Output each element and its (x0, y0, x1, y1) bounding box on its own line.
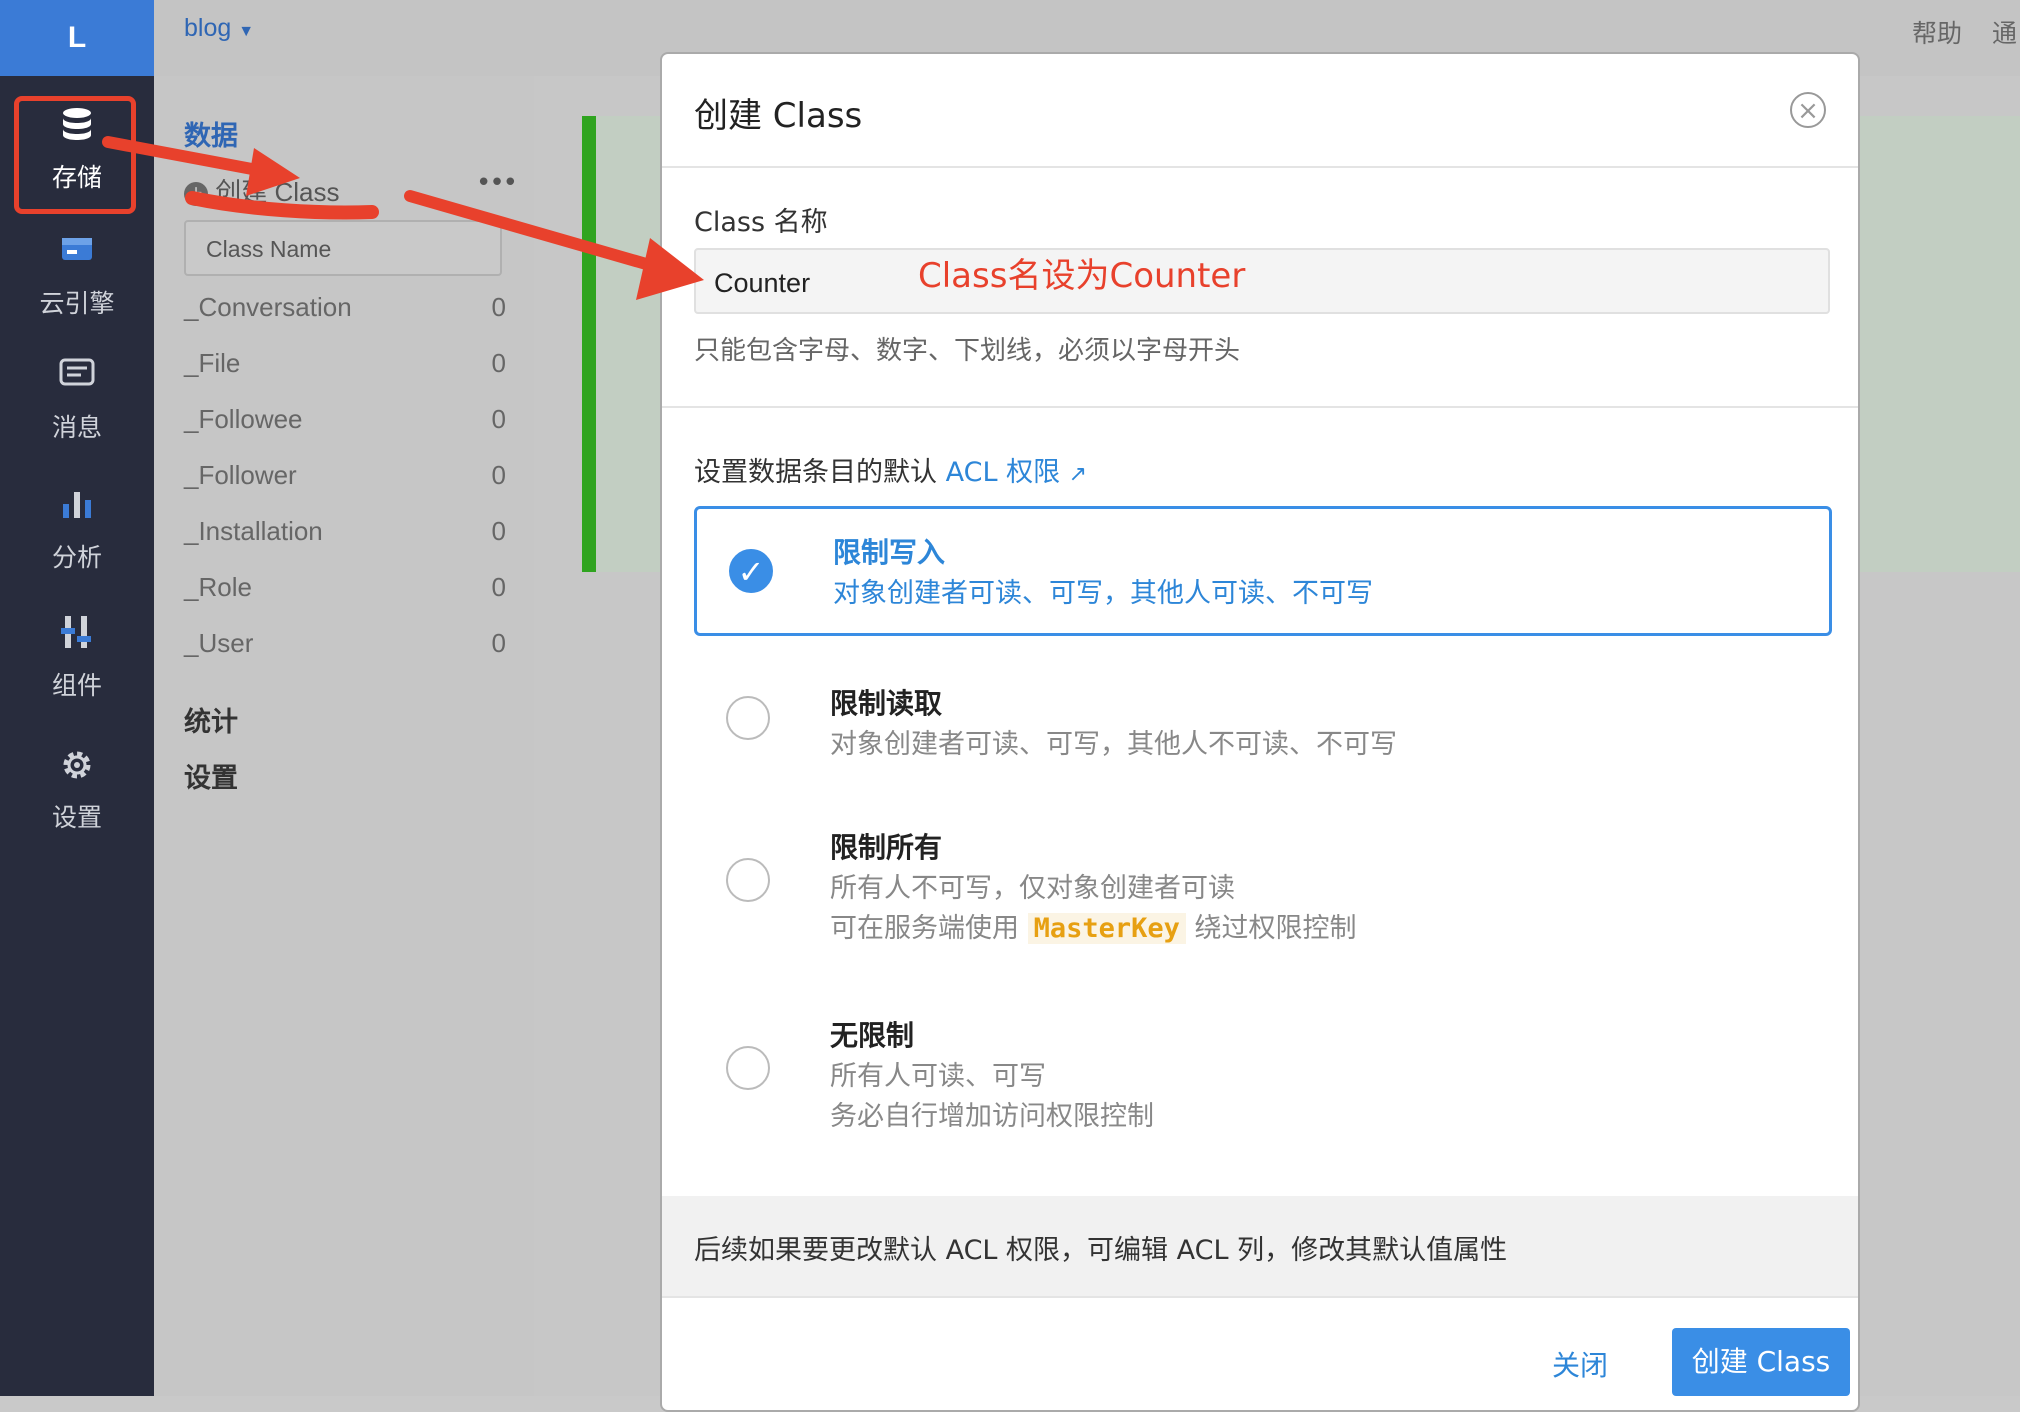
nav-label-message: 消息 (51, 413, 102, 442)
class-list-item[interactable]: _Role 0 (184, 572, 506, 628)
class-count: 0 (491, 516, 506, 546)
nav-label-analytics: 分析 (51, 543, 102, 572)
more-icon[interactable]: ••• (476, 168, 518, 198)
nav-label-cloud-engine: 云引擎 (39, 289, 115, 318)
radio-icon[interactable] (726, 858, 770, 902)
create-class-label: 创建 Class (215, 177, 340, 207)
divider (662, 406, 1858, 408)
divider (662, 166, 1858, 168)
nav-item-analytics[interactable]: 分析 (0, 476, 154, 586)
class-name: _Conversation (184, 292, 352, 322)
components-icon (0, 614, 154, 660)
nav-item-components[interactable]: 组件 (0, 604, 154, 714)
option-desc: 所有人可读、可写 (830, 1061, 1046, 1092)
class-name: _Follower (184, 460, 297, 490)
external-link-icon: ↗ (1068, 462, 1088, 487)
masterkey-code: MasterKey (1027, 913, 1186, 944)
class-name: _Role (184, 572, 252, 602)
message-icon (0, 356, 154, 402)
class-count: 0 (491, 572, 506, 602)
acl-option-unrestricted[interactable]: 无限制 所有人可读、可写 务必自行增加访问权限控制 (694, 984, 1832, 1144)
acl-docs-link[interactable]: ACL 权限 (946, 457, 1060, 488)
app-logo[interactable]: L (0, 0, 154, 76)
option-title: 限制写入 (833, 536, 946, 569)
close-icon[interactable]: × (1790, 92, 1826, 128)
footer-note: 后续如果要更改默认 ACL 权限，可编辑 ACL 列，修改其默认值属性 (694, 1235, 1508, 1266)
acl-heading: 设置数据条目的默认 ACL 权限 ↗ (694, 450, 1087, 489)
class-list-item[interactable]: _Follower 0 (184, 460, 506, 516)
section-data[interactable]: 数据 (184, 114, 238, 153)
class-name: _Followee (184, 404, 303, 434)
help-link[interactable]: 帮助 (1912, 14, 1962, 50)
annotation-text: Class名设为Counter (918, 256, 1246, 296)
notification-link[interactable]: 通 (1992, 14, 2017, 50)
option-title: 限制读取 (830, 687, 943, 720)
class-name: _File (184, 348, 241, 378)
radio-icon[interactable] (726, 696, 770, 740)
class-count: 0 (491, 628, 506, 658)
option-desc-text: 绕过权限控制 (1194, 913, 1357, 944)
option-desc-2: 可在服务端使用 MasterKey 绕过权限控制 (830, 906, 1357, 945)
nav-item-cloud-engine[interactable]: 云引擎 (0, 222, 154, 332)
option-desc: 对象创建者可读、可写，其他人不可读、不可写 (830, 729, 1397, 760)
highlight-box (14, 96, 136, 214)
radio-icon[interactable] (726, 1046, 770, 1090)
create-class-modal: 创建 Class × Class 名称 Counter 只能包含字母、数字、下划… (660, 52, 1860, 1412)
divider (662, 1296, 1858, 1298)
class-list-item[interactable]: _Installation 0 (184, 516, 506, 572)
create-class-link[interactable]: + 创建 Class (184, 172, 339, 209)
nav-label-settings: 设置 (51, 803, 102, 832)
class-name: _Installation (184, 516, 323, 546)
bar-chart-icon (0, 486, 154, 532)
acl-heading-text: 设置数据条目的默认 (694, 457, 937, 488)
option-desc-2: 务必自行增加访问权限控制 (830, 1101, 1154, 1132)
acl-option-restrict-all[interactable]: 限制所有 所有人不可写，仅对象创建者可读 可在服务端使用 MasterKey 绕… (694, 796, 1832, 956)
app-selector[interactable]: blog ▼ (184, 14, 254, 43)
option-desc-text: 可在服务端使用 (830, 913, 1019, 944)
option-desc: 所有人不可写，仅对象创建者可读 (830, 873, 1235, 904)
info-panel-accent (582, 116, 596, 572)
class-list-item[interactable]: _User 0 (184, 628, 506, 684)
app-name: blog (184, 14, 232, 42)
acl-option-restrict-read[interactable]: 限制读取 对象创建者可读、可写，其他人不可读、不可写 (694, 656, 1832, 776)
class-name-label: Class 名称 (694, 207, 828, 238)
option-desc: 对象创建者可读、可写，其他人可读、不可写 (833, 578, 1373, 609)
close-button[interactable]: 关闭 (1552, 1344, 1608, 1384)
nav-label-components: 组件 (51, 671, 102, 700)
class-list-item[interactable]: _Conversation 0 (184, 292, 506, 348)
class-name: _User (184, 628, 254, 658)
gear-icon (0, 746, 154, 792)
class-list-item[interactable]: _Followee 0 (184, 404, 506, 460)
section-stats[interactable]: 统计 (184, 700, 238, 739)
modal-title: 创建 Class (694, 96, 863, 136)
radio-checked-icon[interactable]: ✓ (729, 549, 773, 593)
class-list-item[interactable]: _File 0 (184, 348, 506, 404)
plus-circle-icon: + (184, 182, 208, 207)
class-name-input[interactable]: Counter (694, 248, 1830, 314)
cloud-engine-icon (0, 232, 154, 278)
option-title: 限制所有 (830, 831, 943, 864)
caret-down-icon: ▼ (238, 23, 255, 40)
class-search-input[interactable]: Class Name (184, 220, 502, 276)
class-count: 0 (491, 404, 506, 434)
option-title: 无限制 (830, 1019, 915, 1052)
class-count: 0 (491, 460, 506, 490)
class-count: 0 (491, 292, 506, 322)
section-settings[interactable]: 设置 (184, 756, 238, 795)
class-count: 0 (491, 348, 506, 378)
nav-item-settings[interactable]: 设置 (0, 736, 154, 846)
create-class-button[interactable]: 创建 Class (1672, 1328, 1850, 1396)
acl-option-restrict-write[interactable]: ✓ 限制写入 对象创建者可读、可写，其他人可读、不可写 (694, 506, 1832, 636)
nav-item-message[interactable]: 消息 (0, 346, 154, 456)
class-name-hint: 只能包含字母、数字、下划线，必须以字母开头 (694, 336, 1241, 366)
